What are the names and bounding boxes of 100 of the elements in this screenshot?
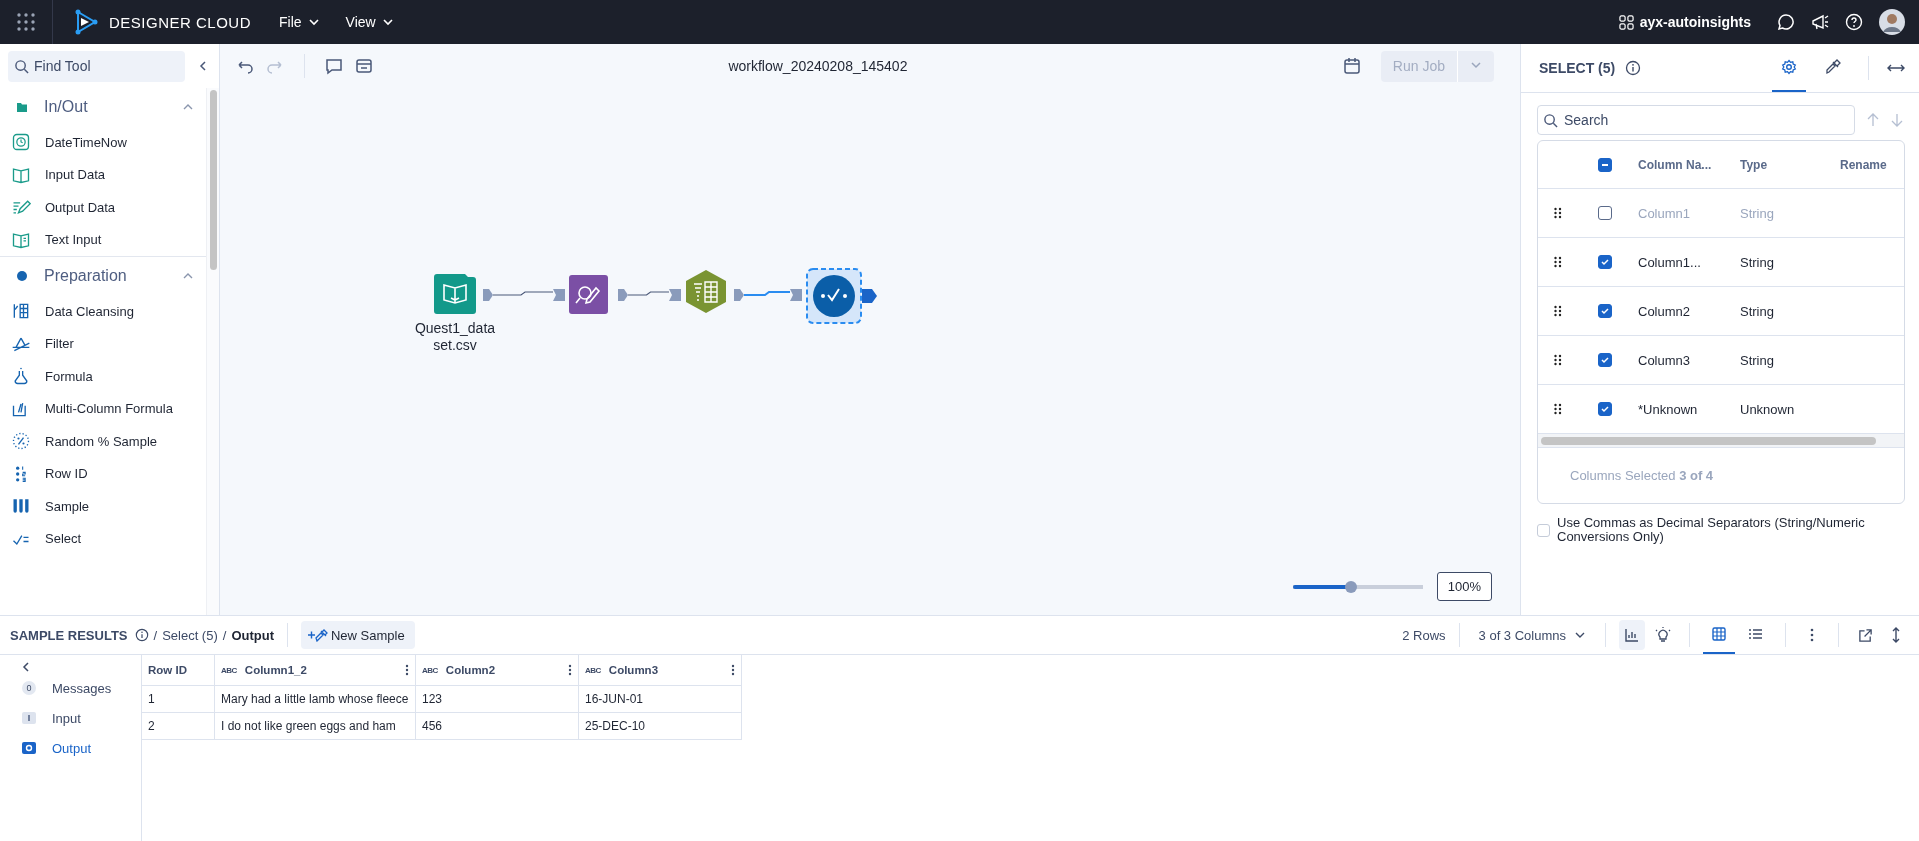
chart-icon[interactable] (1619, 620, 1645, 650)
avatar-icon[interactable] (1879, 9, 1905, 35)
nav-item[interactable]: Input (0, 703, 141, 733)
column-header[interactable]: Row ID (148, 664, 187, 676)
row-checkbox[interactable] (1598, 255, 1612, 269)
table-cell: 2 (142, 713, 215, 739)
tool-item[interactable]: Multi-Column Formula (0, 392, 206, 425)
tool-item[interactable]: Select (0, 522, 206, 555)
category-name[interactable]: In/Out (44, 98, 166, 116)
back-icon[interactable] (20, 661, 32, 673)
column-header[interactable]: Type (1740, 157, 1840, 172)
plus-pipette-icon (307, 628, 329, 642)
drag-handle-icon[interactable] (1554, 354, 1562, 366)
check-tool-node[interactable] (806, 268, 862, 324)
breadcrumb-item[interactable]: Output (231, 627, 274, 643)
output-port-icon[interactable] (483, 289, 493, 301)
table-cell: 1 (142, 686, 215, 712)
row-count: 2 Rows (1402, 627, 1446, 643)
tool-item[interactable]: Formula (0, 360, 206, 393)
column-name: Column2 (1638, 303, 1692, 319)
input-port-icon[interactable] (790, 289, 802, 301)
check-icon (1600, 404, 1610, 414)
column-type: String (1740, 254, 1775, 270)
option-checkbox[interactable] (1537, 523, 1550, 537)
count-badge: 0 (22, 681, 36, 695)
tool-item[interactable]: Row ID (0, 457, 206, 490)
logo-icon (73, 9, 99, 35)
string-type-icon: ABC (585, 665, 601, 675)
column-header[interactable]: Column Na... (1638, 157, 1740, 172)
search-icon (14, 58, 29, 74)
row-checkbox[interactable] (1598, 353, 1612, 367)
row-checkbox[interactable] (1598, 206, 1612, 220)
hexagon-table-node[interactable] (685, 269, 727, 314)
breadcrumb-item[interactable]: Select (5) (162, 627, 218, 643)
string-type-icon: ABC (422, 665, 438, 675)
select-tool-node[interactable] (569, 275, 608, 314)
scrollbar[interactable] (1538, 434, 1904, 448)
input-port-icon[interactable] (669, 289, 681, 301)
input-port-icon[interactable] (553, 289, 565, 301)
output-port-icon[interactable] (862, 289, 878, 303)
table-cell: 25-DEC-10 (579, 713, 742, 739)
info-icon[interactable] (134, 628, 149, 642)
comment-icon[interactable] (325, 57, 343, 75)
drag-handle-icon[interactable] (1554, 256, 1562, 268)
tool-item[interactable]: Random % Sample (0, 425, 206, 458)
column-menu-icon[interactable] (405, 664, 409, 676)
input-anchor-icon (22, 712, 36, 724)
menu-button[interactable]: View (339, 13, 400, 31)
output-port-icon[interactable] (618, 289, 628, 301)
percent-icon (11, 431, 31, 452)
tool-item[interactable]: Input Data (0, 158, 206, 191)
table-cell: I do not like green eggs and ham (215, 713, 416, 739)
column-header[interactable]: Column1_2 (244, 664, 307, 676)
info-icon[interactable] (1625, 60, 1642, 76)
search-field[interactable]: Search (1537, 105, 1855, 135)
help-icon[interactable] (1845, 13, 1863, 31)
megaphone-icon[interactable] (1811, 13, 1829, 31)
drag-handle-icon[interactable] (1554, 403, 1562, 415)
selection-summary: Columns Selected 3 of 4 (1569, 467, 1715, 485)
nav-item[interactable]: Output (0, 733, 141, 763)
column-name: Column1... (1638, 254, 1702, 270)
tool-item[interactable]: DateTimeNow (0, 126, 206, 159)
column-header[interactable]: Column2 (445, 664, 496, 676)
drag-handle-icon[interactable] (1554, 305, 1562, 317)
select-all-checkbox[interactable] (1598, 157, 1612, 172)
column-menu-icon[interactable] (568, 664, 572, 676)
workspace-button[interactable]: ayx-autoinsights (1612, 13, 1757, 31)
collapse-icon[interactable] (197, 60, 209, 72)
layout-icon[interactable] (355, 57, 373, 75)
calendar-icon[interactable] (1342, 57, 1361, 75)
new-sample-button[interactable]: New Sample (301, 621, 415, 649)
clock-icon (11, 132, 31, 153)
column-header[interactable]: Rename (1840, 157, 1904, 172)
table-cell: Mary had a little lamb whose fleece (215, 686, 416, 712)
row-checkbox[interactable] (1598, 304, 1612, 318)
grid-icon (1618, 14, 1634, 30)
output-port-icon[interactable] (734, 289, 744, 301)
breadcrumb-separator: / (222, 627, 227, 643)
category-name[interactable]: Preparation (44, 267, 166, 285)
output-anchor-icon (22, 742, 36, 754)
expand-panel-icon[interactable] (1887, 62, 1905, 74)
tool-item[interactable]: Data Cleansing (0, 295, 206, 328)
drag-handle-icon[interactable] (1554, 207, 1562, 219)
input-data-node[interactable] (434, 272, 476, 314)
find-tool-field[interactable]: Find Tool (8, 50, 185, 82)
tool-item[interactable]: Output Data (0, 191, 206, 224)
chat-icon[interactable] (1777, 13, 1795, 31)
node-label: Quest1_data set.csv (413, 320, 497, 354)
menu-button[interactable]: File (273, 13, 326, 31)
row-checkbox[interactable] (1598, 402, 1612, 416)
string-type-icon: ABC (221, 665, 237, 675)
nav-item[interactable]: 0 Messages (0, 673, 141, 703)
column-header[interactable]: Column3 (608, 664, 659, 676)
tool-item[interactable]: Sample (0, 490, 206, 523)
tool-item[interactable]: Text Input (0, 223, 206, 256)
tool-item[interactable]: Filter (0, 327, 206, 360)
column-picker[interactable]: 3 of 3 Columns (1472, 626, 1592, 644)
search-icon (1543, 113, 1558, 128)
column-menu-icon[interactable] (731, 664, 735, 676)
scrollbar[interactable] (206, 88, 219, 615)
